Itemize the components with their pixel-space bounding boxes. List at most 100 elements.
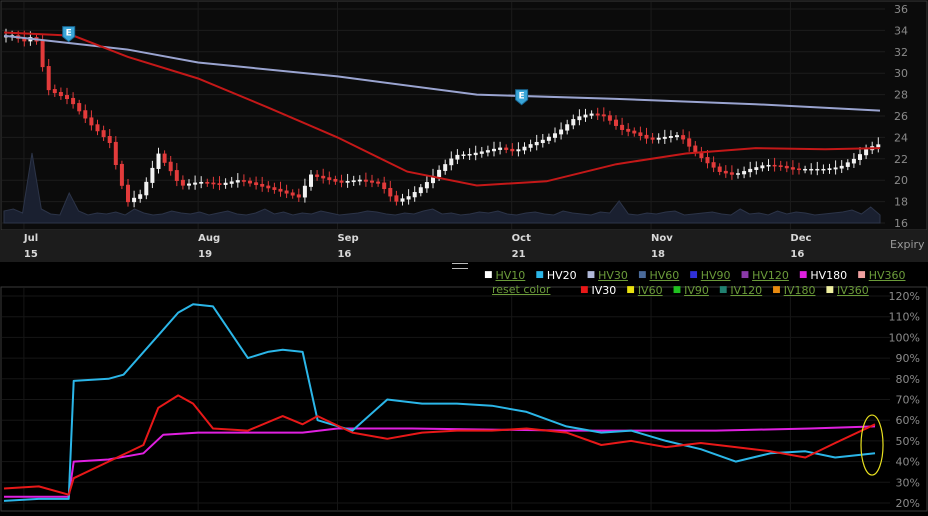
legend-swatch: ■ bbox=[718, 285, 728, 295]
candle-body bbox=[461, 154, 466, 156]
legend-swatch: ■ bbox=[626, 285, 635, 295]
price-tick-label: 26 bbox=[894, 110, 908, 123]
vol-tick-label: 120% bbox=[889, 290, 920, 303]
legend-item-hv90[interactable]: ■ HV90 bbox=[689, 269, 730, 282]
earnings-marker-label: E bbox=[519, 92, 525, 102]
candle-body bbox=[736, 173, 740, 175]
legend-item-iv90[interactable]: ■ IV90 bbox=[673, 284, 709, 297]
candle-body bbox=[815, 168, 820, 171]
candle-body bbox=[156, 153, 161, 169]
candle-body bbox=[540, 139, 545, 144]
legend-swatch: ■ bbox=[586, 270, 596, 280]
legend-label: HV10 bbox=[495, 268, 526, 282]
legend-item-hv20[interactable]: ■ HV20 bbox=[535, 269, 576, 282]
x-tick-month: Aug bbox=[198, 233, 220, 244]
candle-body bbox=[388, 187, 393, 197]
candle-body bbox=[559, 129, 564, 135]
x-tick-month: Nov bbox=[651, 233, 673, 244]
candle-body bbox=[510, 148, 515, 152]
candle-body bbox=[864, 149, 869, 156]
candle-body bbox=[351, 180, 356, 183]
legend-item-hv360[interactable]: ■ HV360 bbox=[857, 269, 905, 282]
candle-body bbox=[742, 171, 747, 175]
legend-label: HV30 bbox=[598, 268, 628, 282]
candle-body bbox=[83, 110, 88, 119]
candle-body bbox=[571, 119, 576, 126]
price-tick-label: 32 bbox=[894, 46, 908, 59]
candle-body bbox=[589, 113, 594, 116]
candle-body bbox=[89, 117, 94, 126]
candle-body bbox=[260, 183, 265, 187]
candle-body bbox=[772, 164, 777, 167]
candle-body bbox=[58, 92, 63, 97]
candle-body bbox=[266, 185, 271, 189]
candle-body bbox=[339, 180, 344, 183]
candle-body bbox=[644, 134, 649, 139]
legend-swatch: ■ bbox=[484, 270, 493, 280]
candle-body bbox=[662, 136, 667, 139]
legend-item-iv360[interactable]: ■ IV360 bbox=[825, 284, 868, 297]
candle-body bbox=[797, 168, 801, 171]
x-tick-day: 21 bbox=[512, 249, 526, 260]
candle-body bbox=[754, 167, 759, 170]
candle-body bbox=[534, 141, 539, 146]
legend-label: IV90 bbox=[684, 283, 709, 297]
legend-swatch: ■ bbox=[798, 270, 808, 280]
vol-tick-label: 30% bbox=[896, 476, 920, 489]
candle-body bbox=[528, 144, 533, 148]
legend-item-hv180[interactable]: ■ HV180 bbox=[799, 269, 847, 282]
reset-color-link[interactable]: reset color bbox=[492, 283, 550, 296]
panel-resize-handle[interactable] bbox=[452, 263, 468, 269]
vol-tick-label: 110% bbox=[889, 311, 920, 324]
candle-body bbox=[119, 163, 124, 186]
candle-body bbox=[126, 184, 130, 203]
candle-body bbox=[485, 150, 490, 153]
x-tick-month: Sep bbox=[337, 233, 358, 244]
vol-tick-label: 70% bbox=[896, 394, 920, 407]
candle-body bbox=[412, 192, 417, 198]
legend-label: HV180 bbox=[810, 268, 848, 282]
candle-body bbox=[553, 133, 557, 138]
legend-label: HV20 bbox=[546, 268, 577, 282]
legend-item-hv10[interactable]: ■ HV10 bbox=[484, 269, 525, 282]
candle-body bbox=[504, 147, 509, 150]
candle-body bbox=[211, 182, 216, 185]
candle-body bbox=[632, 130, 637, 134]
candle-body bbox=[479, 151, 484, 154]
candle-body bbox=[687, 138, 692, 147]
candle-body bbox=[132, 197, 137, 203]
legend-item-hv60[interactable]: ■ HV60 bbox=[638, 269, 679, 282]
candle-body bbox=[40, 40, 45, 68]
legend-item-iv120[interactable]: ■ IV120 bbox=[719, 284, 762, 297]
price-tick-label: 16 bbox=[894, 217, 908, 230]
x-tick-day: 19 bbox=[198, 249, 212, 260]
candle-body bbox=[717, 166, 722, 172]
candle-body bbox=[144, 181, 149, 196]
legend-item-iv180[interactable]: ■ IV180 bbox=[772, 284, 815, 297]
legend-label: IV180 bbox=[783, 283, 816, 297]
legend-swatch: ■ bbox=[740, 270, 750, 280]
candle-body bbox=[675, 135, 679, 138]
candle-body bbox=[546, 136, 551, 141]
candle-body bbox=[656, 137, 661, 140]
candle-body bbox=[723, 170, 728, 174]
candle-body bbox=[180, 179, 185, 186]
candle-body bbox=[681, 135, 686, 140]
candle-body bbox=[418, 187, 423, 194]
x-tick-day: 16 bbox=[790, 249, 804, 260]
legend-item-iv60[interactable]: ■ IV60 bbox=[626, 284, 662, 297]
legend-item-iv30[interactable]: ■ IV30 bbox=[580, 284, 616, 297]
x-tick-day: 18 bbox=[651, 249, 665, 260]
candle-body bbox=[65, 94, 69, 100]
candle-body bbox=[71, 97, 76, 105]
legend-item-hv30[interactable]: ■ HV30 bbox=[587, 269, 628, 282]
candle-body bbox=[229, 181, 234, 184]
candle-body bbox=[449, 158, 454, 166]
legend-label: HV60 bbox=[649, 268, 680, 282]
candle-body bbox=[302, 185, 307, 198]
candle-body bbox=[101, 130, 106, 138]
chart-stage: 36 34 32 30 28 26 24 22 20 18 16 E E Jul 15 Aug 19 Sep 1… bbox=[0, 0, 928, 512]
candle-body bbox=[138, 194, 143, 199]
legend-item-hv120[interactable]: ■ HV120 bbox=[741, 269, 789, 282]
candle-body bbox=[760, 165, 765, 169]
